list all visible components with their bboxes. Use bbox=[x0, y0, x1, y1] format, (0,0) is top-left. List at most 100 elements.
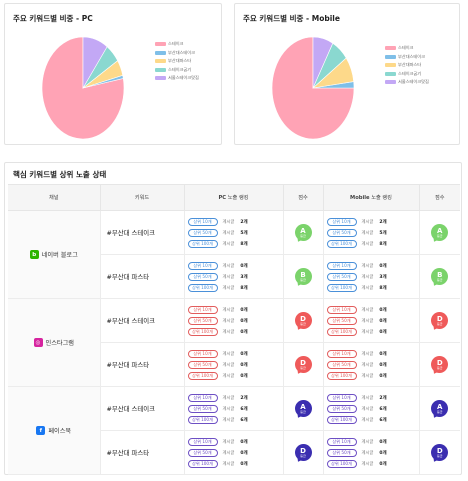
rank-row: 상위 10개 게시글 2개 bbox=[187, 392, 283, 403]
post-count: 0개 bbox=[379, 263, 387, 269]
rank-row: 상위 100개 게시글 0개 bbox=[326, 370, 419, 381]
pc-legend-item[interactable]: 스테이크굽기 bbox=[155, 66, 199, 75]
grade-badge: D 등급 bbox=[294, 312, 312, 332]
keyword-cell[interactable]: #부산대 파스타 bbox=[100, 342, 185, 387]
grade-sub: 등급 bbox=[436, 409, 443, 414]
post-count: 2개 bbox=[240, 219, 248, 225]
score-cell: B 등급 bbox=[419, 254, 460, 299]
rank-tier-pill: 상위 100개 bbox=[326, 459, 357, 468]
mobile-legend-label: 서울스테이크맛집 bbox=[398, 79, 429, 85]
post-label: 게시글 bbox=[222, 450, 235, 456]
keyword-cell[interactable]: #부산대 스테이크 bbox=[100, 298, 185, 343]
post-count: 2개 bbox=[379, 219, 387, 225]
table-row: f 페이스북 #부산대 스테이크 상위 10개 게시글 2개 상위 50개 게시글 6개 상위 1… bbox=[8, 386, 460, 475]
post-count: 8개 bbox=[240, 285, 248, 291]
table-row: b 네이버 블로그 #부산대 스테이크 상위 10개 게시글 2개 상위 50개 게시글 5개 상… bbox=[8, 210, 460, 299]
post-count: 0개 bbox=[379, 329, 387, 335]
grade-sub: 등급 bbox=[436, 365, 443, 370]
pc-legend-item[interactable]: 부산대파스타 bbox=[155, 57, 199, 66]
header-channel: 채널 bbox=[8, 184, 101, 211]
post-count: 6개 bbox=[240, 406, 248, 412]
channel-cell: f 페이스북 bbox=[8, 386, 101, 475]
mobile-legend-item[interactable]: 스테이크 bbox=[385, 44, 429, 53]
post-label: 게시글 bbox=[222, 395, 235, 401]
score-cell: D 등급 bbox=[283, 298, 324, 343]
pc-legend-label: 서울스테이크맛집 bbox=[168, 75, 199, 81]
post-count: 6개 bbox=[379, 406, 387, 412]
rank-cell: 상위 10개 게시글 2개 상위 50개 게시글 5개 상위 100개 게시글 8개 bbox=[184, 210, 284, 255]
pc-legend-swatch bbox=[155, 76, 166, 81]
pc-legend-item[interactable]: 부산대스테이크 bbox=[155, 49, 199, 58]
keyword-cell[interactable]: #부산대 스테이크 bbox=[100, 386, 185, 431]
keyword-cell[interactable]: #부산대 파스타 bbox=[100, 254, 185, 299]
pc-legend-item[interactable]: 서울스테이크맛집 bbox=[155, 74, 199, 83]
rank-row: 상위 10개 게시글 0개 bbox=[326, 260, 419, 271]
grade-sub: 등급 bbox=[436, 233, 443, 238]
channel-label[interactable]: ◎ 인스타그램 bbox=[33, 338, 74, 347]
score-cell: D 등급 bbox=[419, 342, 460, 387]
rank-row: 상위 100개 게시글 6개 bbox=[326, 414, 419, 425]
post-count: 0개 bbox=[240, 450, 248, 456]
keyword-cell[interactable]: #부산대 파스타 bbox=[100, 430, 185, 475]
header-pc-rank-rest: 노출 랭킹 bbox=[226, 195, 249, 201]
mobile-legend-item[interactable]: 부산대파스타 bbox=[385, 61, 429, 70]
score-cell: A 등급 bbox=[283, 386, 324, 431]
rank-tier-pill: 상위 50개 bbox=[187, 448, 218, 457]
post-count: 0개 bbox=[379, 461, 387, 467]
grade-badge-tail bbox=[431, 456, 439, 464]
rank-tier-pill: 상위 50개 bbox=[187, 360, 218, 369]
grade-sub: 등급 bbox=[436, 453, 443, 458]
rank-tier-pill: 상위 100개 bbox=[326, 239, 357, 248]
header-mobile-rank-rest: 노출 랭킹 bbox=[369, 195, 392, 201]
pc-legend-item[interactable]: 스테이크 bbox=[155, 40, 199, 49]
mobile-legend-item[interactable]: 서울스테이크맛집 bbox=[385, 78, 429, 87]
rank-tier-pill: 상위 50개 bbox=[187, 404, 218, 413]
mobile-legend-label: 부산대파스타 bbox=[398, 62, 422, 68]
rank-tier-pill: 상위 10개 bbox=[187, 217, 218, 226]
rank-tier-pill: 상위 10개 bbox=[326, 261, 357, 270]
mobile-legend-item[interactable]: 스테이크굽기 bbox=[385, 70, 429, 79]
post-count: 0개 bbox=[379, 307, 387, 313]
rank-row: 상위 100개 게시글 8개 bbox=[187, 238, 283, 249]
header-pc-score: 점수 bbox=[283, 184, 324, 211]
post-label: 게시글 bbox=[361, 230, 374, 236]
grade-badge-tail bbox=[294, 324, 303, 332]
rank-tier-pill: 상위 100개 bbox=[326, 415, 357, 424]
grade-badge: B 등급 bbox=[431, 268, 449, 288]
grade-sub: 등급 bbox=[300, 453, 306, 458]
post-label: 게시글 bbox=[361, 439, 374, 445]
mobile-legend-swatch bbox=[385, 71, 396, 76]
mobile-legend-swatch bbox=[385, 54, 396, 59]
score-cell: D 등급 bbox=[419, 298, 460, 343]
rank-row: 상위 50개 게시글 0개 bbox=[326, 359, 419, 370]
channel-label[interactable]: f 페이스북 bbox=[36, 426, 71, 435]
post-count: 0개 bbox=[379, 362, 387, 368]
post-count: 0개 bbox=[379, 450, 387, 456]
grade-badge: A 등급 bbox=[294, 400, 312, 420]
table-header-row: 채널 키워드 PC 노출 랭킹 점수 Mobile 노출 랭킹 점수 bbox=[8, 184, 460, 211]
rank-row: 상위 10개 게시글 0개 bbox=[326, 304, 419, 315]
grade-sub: 등급 bbox=[300, 409, 306, 414]
channel-label[interactable]: b 네이버 블로그 bbox=[29, 250, 78, 259]
post-label: 게시글 bbox=[361, 406, 374, 412]
rank-tier-pill: 상위 100개 bbox=[187, 327, 218, 336]
post-count: 0개 bbox=[240, 373, 248, 379]
channel-cell: ◎ 인스타그램 bbox=[8, 298, 101, 387]
header-keyword: 키워드 bbox=[100, 184, 185, 211]
grade-badge-tail bbox=[431, 236, 439, 244]
post-count: 3개 bbox=[240, 274, 248, 280]
post-label: 게시글 bbox=[222, 373, 235, 379]
score-cell: D 등급 bbox=[283, 430, 324, 475]
rank-tier-pill: 상위 50개 bbox=[187, 228, 218, 237]
post-label: 게시글 bbox=[222, 285, 235, 291]
mobile-legend-item[interactable]: 부산대스테이크 bbox=[385, 53, 429, 62]
rank-tier-pill: 상위 100개 bbox=[187, 283, 218, 292]
grade-badge: A 등급 bbox=[431, 224, 449, 244]
rank-row: 상위 50개 게시글 0개 bbox=[326, 315, 419, 326]
rank-tier-pill: 상위 100개 bbox=[326, 283, 357, 292]
rank-row: 상위 10개 게시글 0개 bbox=[187, 260, 283, 271]
rank-cell: 상위 10개 게시글 0개 상위 50개 게시글 3개 상위 100개 게시글 8개 bbox=[323, 254, 420, 299]
keyword-cell[interactable]: #부산대 스테이크 bbox=[100, 210, 185, 255]
post-label: 게시글 bbox=[361, 274, 374, 280]
pc-chart-title: 주요 키워드별 비중 - PC bbox=[13, 14, 93, 23]
